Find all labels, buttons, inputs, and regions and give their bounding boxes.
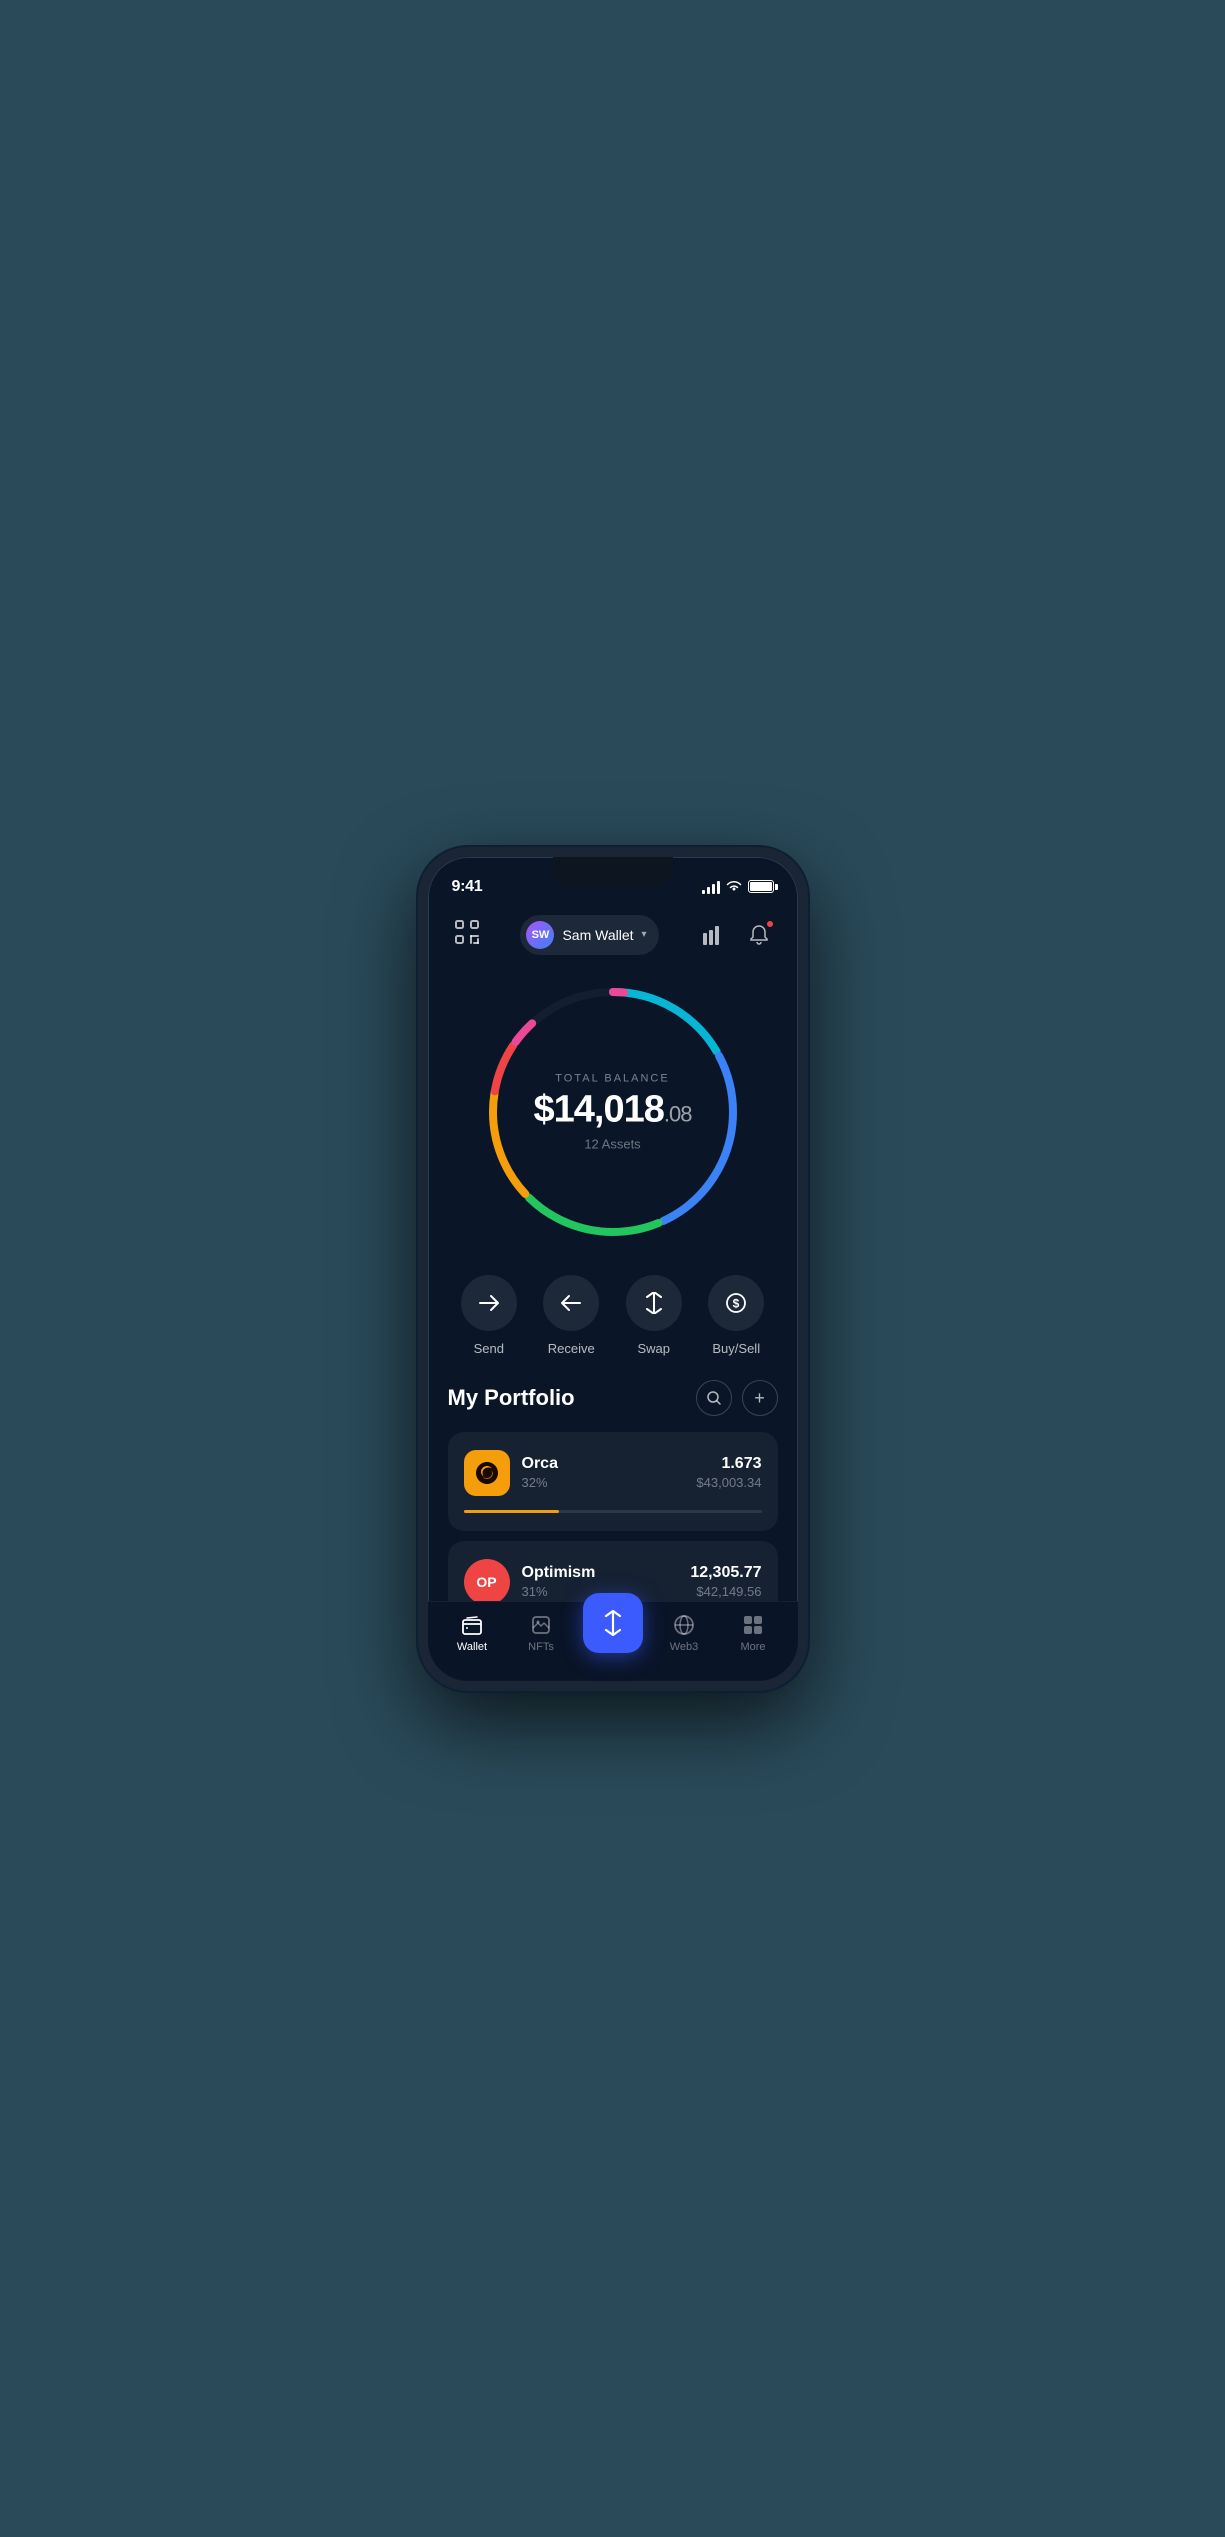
portfolio-header: My Portfolio + <box>448 1380 778 1416</box>
swap-button[interactable]: Swap <box>624 1275 684 1356</box>
header: SW Sam Wallet ▾ <box>428 907 798 967</box>
scan-button[interactable] <box>448 916 486 954</box>
orca-progress-bar <box>464 1510 559 1513</box>
send-button[interactable]: Send <box>459 1275 519 1356</box>
orca-progress-bar-container <box>464 1510 762 1513</box>
orca-usd: $43,003.34 <box>696 1475 761 1490</box>
notification-badge <box>766 920 774 928</box>
app-content[interactable]: SW Sam Wallet ▾ <box>428 907 798 1601</box>
orca-info: Orca 32% <box>522 1455 685 1490</box>
optimism-name: Optimism <box>522 1564 679 1582</box>
orca-percent: 32% <box>522 1475 685 1490</box>
notifications-button[interactable] <box>740 916 778 954</box>
chevron-down-icon: ▾ <box>642 929 647 940</box>
send-icon-circle <box>461 1275 517 1331</box>
signal-icon <box>702 880 720 894</box>
status-time: 9:41 <box>452 878 483 896</box>
asset-row-orca: Orca 32% 1.673 $43,003.34 <box>464 1450 762 1496</box>
nfts-nav-label: NFTs <box>528 1641 554 1653</box>
nav-more[interactable]: More <box>726 1607 781 1659</box>
portfolio-section: My Portfolio + <box>428 1380 798 1601</box>
orca-name: Orca <box>522 1455 685 1473</box>
asset-card-orca[interactable]: Orca 32% 1.673 $43,003.34 <box>448 1432 778 1531</box>
orca-amount: 1.673 <box>696 1455 761 1473</box>
battery-icon <box>748 880 774 893</box>
optimism-amount: 12,305.77 <box>690 1564 761 1582</box>
balance-circle: TOTAL BALANCE $14,018.08 12 Assets <box>478 977 748 1247</box>
notch <box>553 857 673 887</box>
scan-icon <box>454 919 480 951</box>
balance-info: TOTAL BALANCE $14,018.08 12 Assets <box>523 1072 703 1151</box>
search-icon <box>706 1390 722 1406</box>
web3-nav-icon <box>672 1613 696 1637</box>
more-nav-label: More <box>740 1641 765 1653</box>
portfolio-title: My Portfolio <box>448 1385 575 1411</box>
swap-icon <box>644 1292 664 1314</box>
orca-values: 1.673 $43,003.34 <box>696 1455 761 1490</box>
center-action-button[interactable] <box>583 1593 643 1653</box>
wallet-avatar: SW <box>526 921 554 949</box>
send-label: Send <box>474 1341 504 1356</box>
buysell-label: Buy/Sell <box>712 1341 760 1356</box>
swap-label: Swap <box>637 1341 670 1356</box>
status-icons <box>702 879 774 895</box>
portfolio-actions: + <box>696 1380 778 1416</box>
receive-label: Receive <box>548 1341 595 1356</box>
nav-nfts[interactable]: NFTs <box>514 1607 569 1659</box>
receive-icon <box>560 1294 582 1312</box>
portfolio-add-button[interactable]: + <box>742 1380 778 1416</box>
wallet-selector[interactable]: SW Sam Wallet ▾ <box>520 915 658 955</box>
orca-icon <box>464 1450 510 1496</box>
wallet-nav-label: Wallet <box>457 1641 487 1653</box>
analytics-button[interactable] <box>694 916 732 954</box>
balance-amount: $14,018.08 <box>523 1090 703 1128</box>
wallet-nav-icon <box>460 1613 484 1637</box>
buysell-icon-circle: $ <box>708 1275 764 1331</box>
balance-label: TOTAL BALANCE <box>523 1072 703 1084</box>
nav-wallet[interactable]: Wallet <box>445 1607 500 1659</box>
bottom-navigation: Wallet NFTs <box>428 1601 798 1681</box>
optimism-icon: OP <box>464 1559 510 1601</box>
portfolio-search-button[interactable] <box>696 1380 732 1416</box>
send-icon <box>478 1294 500 1312</box>
asset-card-optimism[interactable]: OP Optimism 31% 12,305.77 $42,149.56 <box>448 1541 778 1601</box>
more-nav-icon <box>741 1613 765 1637</box>
web3-nav-label: Web3 <box>670 1641 699 1653</box>
swap-icon-circle <box>626 1275 682 1331</box>
assets-count: 12 Assets <box>523 1136 703 1151</box>
optimism-usd: $42,149.56 <box>690 1584 761 1599</box>
svg-text:$: $ <box>733 1296 740 1310</box>
wallet-name: Sam Wallet <box>562 927 633 943</box>
optimism-values: 12,305.77 $42,149.56 <box>690 1564 761 1599</box>
buysell-button[interactable]: $ Buy/Sell <box>706 1275 766 1356</box>
chart-icon <box>702 925 724 945</box>
wifi-icon <box>726 879 742 895</box>
header-actions <box>694 916 778 954</box>
buysell-icon: $ <box>725 1292 747 1314</box>
receive-button[interactable]: Receive <box>541 1275 601 1356</box>
center-swap-icon <box>600 1610 626 1636</box>
receive-icon-circle <box>543 1275 599 1331</box>
phone-frame: 9:41 <box>418 847 808 1691</box>
balance-section: TOTAL BALANCE $14,018.08 12 Assets <box>428 967 798 1267</box>
nav-web3[interactable]: Web3 <box>657 1607 712 1659</box>
nfts-nav-icon <box>529 1613 553 1637</box>
action-buttons: Send Receive Swap <box>428 1267 798 1380</box>
